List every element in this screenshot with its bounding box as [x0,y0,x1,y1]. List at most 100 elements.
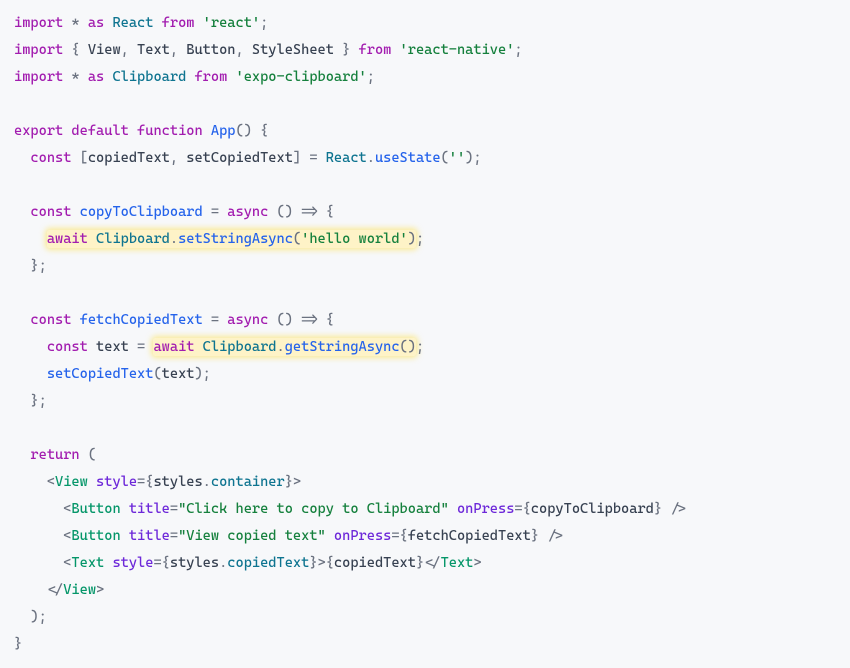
jsx-attr-style: style [96,474,137,490]
paren: ) [30,609,38,625]
eq: = [514,501,522,517]
jsx-attr-onpress: onPress [334,528,391,544]
kw-return: return [30,447,79,463]
brace: { [326,312,334,328]
ident: Button [186,42,235,58]
semi: ; [260,15,268,31]
semi: ; [39,609,47,625]
kw-from: from [194,69,227,85]
kw-async: async [227,204,268,220]
bracket: [ [80,150,88,166]
ident-clipboard: Clipboard [203,339,277,355]
comma: , [235,42,243,58]
brace: } [30,393,38,409]
comma: , [170,150,178,166]
lt: </ [47,582,63,598]
jsx-view: View [55,474,88,490]
str: "Click here to copy to Clipboard" [178,501,449,517]
paren: () [277,312,293,328]
brace: } [30,258,38,274]
dot: . [170,231,178,247]
ident: Text [137,42,170,58]
comma: , [121,42,129,58]
ident: copyToClipboard [531,501,654,517]
slash-gt: /> [670,501,686,517]
eq: = [391,528,399,544]
kw-await: await [47,231,88,247]
lt: </ [424,555,440,571]
semi: ; [473,150,481,166]
ident: View [88,42,121,58]
bracket: ] [293,150,301,166]
dot: . [367,150,375,166]
semi: ; [39,258,47,274]
kw-export: export [14,123,63,139]
dot: . [277,339,285,355]
highlight-setstringasync: await Clipboard.setStringAsync('hello wo… [47,230,416,248]
eq: = [153,555,161,571]
ident: fetchCopiedText [408,528,531,544]
brace: { [326,555,334,571]
eq: = [211,312,219,328]
ident: StyleSheet [252,42,334,58]
kw-const: const [30,150,71,166]
arrow: => [301,204,317,220]
brace: { [71,42,79,58]
kw-import: import [14,15,63,31]
fn-fetchcopiedtext: fetchCopiedText [80,312,203,328]
jsx-attr-title: title [129,501,170,517]
ident: text [162,366,195,382]
ident: styles [170,555,219,571]
fn-copytoclipboard: copyToClipboard [80,204,203,220]
ident: setCopiedText [186,150,293,166]
op: * [71,69,79,85]
ident-react: React [112,15,153,31]
ident-clipboard: Clipboard [112,69,186,85]
paren: ( [293,231,301,247]
brace: } [531,528,539,544]
jsx-view: View [63,582,96,598]
kw-import: import [14,69,63,85]
fn-setstringasync: setStringAsync [178,231,293,247]
brace: { [523,501,531,517]
code-block: import * as React from 'react'; import {… [14,10,836,658]
jsx-attr-title: title [129,528,170,544]
paren: () [235,123,251,139]
dot: . [203,474,211,490]
gt: > [293,474,301,490]
brace: { [326,204,334,220]
arrow: => [301,312,317,328]
lt: < [47,474,55,490]
jsx-button: Button [71,501,120,517]
gt: > [473,555,481,571]
str: 'expo-clipboard' [235,69,366,85]
fn-getstringasync: getStringAsync [285,339,400,355]
brace: } [14,636,22,652]
kw-const: const [30,204,71,220]
kw-from: from [162,15,195,31]
gt: > [96,582,104,598]
brace: } [309,555,317,571]
kw-const: const [30,312,71,328]
kw-as: as [88,69,104,85]
paren: () [400,339,416,355]
brace: { [400,528,408,544]
brace: { [162,555,170,571]
semi: ; [514,42,522,58]
semi: ; [367,69,375,85]
str: 'react' [203,15,260,31]
ident: styles [153,474,202,490]
paren: () [277,204,293,220]
jsx-text: Text [71,555,104,571]
str: 'react-native' [400,42,515,58]
eq: = [170,501,178,517]
eq: = [170,528,178,544]
fn-usestate: useState [375,150,441,166]
brace: } [285,474,293,490]
eq: = [211,204,219,220]
gt: > [318,555,326,571]
highlight-getstringasync: await Clipboard.getStringAsync() [153,338,416,356]
kw-async: async [227,312,268,328]
kw-function: function [137,123,203,139]
semi: ; [416,231,424,247]
